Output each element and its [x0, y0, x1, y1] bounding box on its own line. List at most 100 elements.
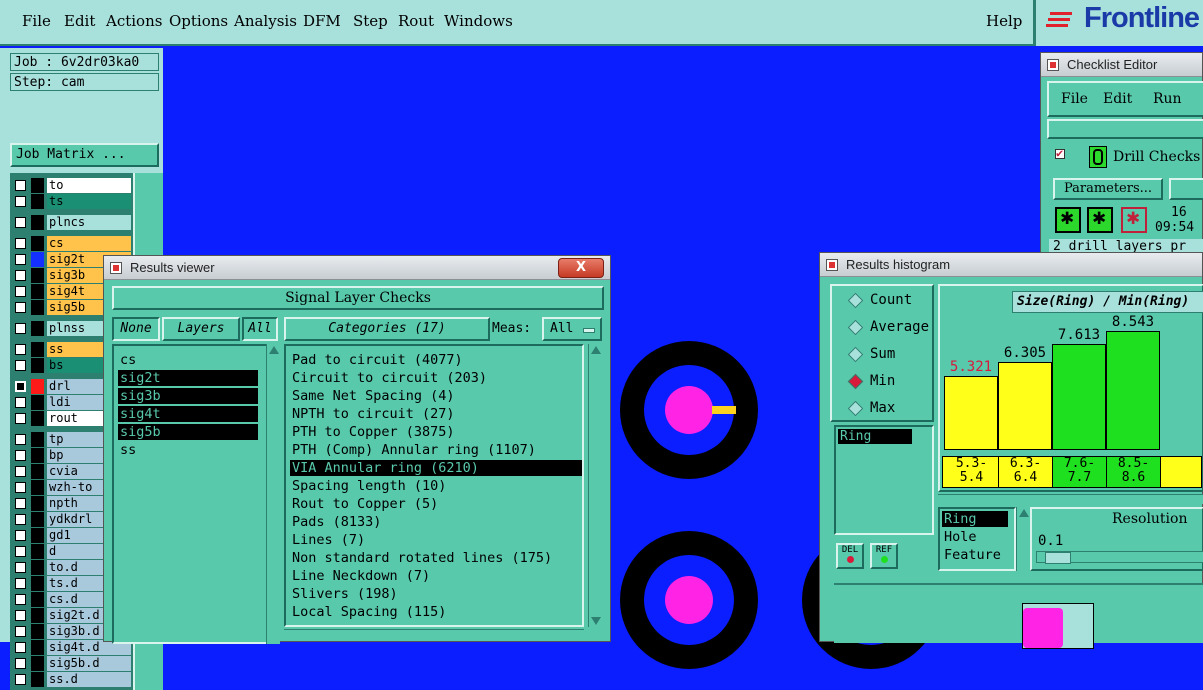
layer-checkbox[interactable] [15, 397, 26, 408]
layer-checkbox[interactable] [15, 658, 26, 669]
layer-color-swatch[interactable] [31, 608, 44, 623]
layer-color-swatch[interactable] [31, 342, 44, 357]
slider-thumb[interactable] [1045, 552, 1071, 564]
mode-radio-max[interactable]: Max [840, 398, 950, 418]
layer-color-swatch[interactable] [31, 268, 44, 283]
histogram-bar[interactable] [944, 375, 998, 450]
layer-color-swatch[interactable] [31, 480, 44, 495]
layer-color-swatch[interactable] [31, 411, 44, 426]
layers-scrollbar[interactable] [266, 344, 280, 644]
category-list-item[interactable]: Circuit to circuit (203) [290, 370, 582, 386]
attribute-list-item[interactable]: Feature [942, 547, 1008, 563]
stop-check-icon[interactable]: ✱ [1121, 207, 1147, 233]
category-list-item[interactable]: Pads (8133) [290, 514, 582, 530]
category-list-item[interactable]: Non standard rotated lines (175) [290, 550, 582, 566]
run-all-icon[interactable]: ✱ [1087, 207, 1113, 233]
scroll-up-icon[interactable] [1019, 509, 1029, 517]
attribute-list-item[interactable]: Hole [942, 529, 1008, 545]
category-list-item[interactable]: Local Spacing (115) [290, 604, 582, 620]
layer-color-swatch[interactable] [31, 496, 44, 511]
category-list-item[interactable]: Rout to Copper (5) [290, 496, 582, 512]
menu-edit[interactable]: Edit [64, 12, 95, 30]
layer-checkbox[interactable] [15, 180, 26, 191]
layer-name[interactable]: cs [47, 236, 131, 251]
layer-color-swatch[interactable] [31, 236, 44, 251]
category-list-item[interactable]: VIA Annular ring (6210) [290, 460, 582, 476]
layer-color-swatch[interactable] [31, 576, 44, 591]
layer-checkbox[interactable] [15, 498, 26, 509]
del-button[interactable]: DEL [836, 543, 864, 569]
layer-color-swatch[interactable] [31, 464, 44, 479]
layer-checkbox[interactable] [15, 466, 26, 477]
attribute-list-item[interactable]: Ring [942, 511, 1008, 527]
histogram-bar[interactable] [1106, 331, 1160, 450]
layer-checkbox[interactable] [15, 217, 26, 228]
layer-checkbox[interactable] [15, 514, 26, 525]
scroll-down-icon[interactable] [591, 617, 601, 625]
layer-row[interactable]: to [12, 178, 131, 193]
layer-list-item[interactable]: sig4t [118, 406, 258, 422]
layer-checkbox[interactable] [15, 286, 26, 297]
category-list-item[interactable]: PTH (Comp) Annular ring (1107) [290, 442, 582, 458]
menu-analysis[interactable]: Analysis [234, 12, 297, 30]
checklist-editor-titlebar[interactable]: Checklist Editor [1041, 53, 1202, 77]
layer-checkbox[interactable] [15, 196, 26, 207]
layer-color-swatch[interactable] [31, 178, 44, 193]
menu-options[interactable]: Options [169, 12, 228, 30]
layer-checkbox[interactable] [15, 610, 26, 621]
layer-checkbox[interactable] [15, 674, 26, 685]
menu-file[interactable]: File [22, 12, 51, 30]
resolution-slider[interactable] [1036, 551, 1203, 564]
category-list-item[interactable]: Lines (7) [290, 532, 582, 548]
layer-color-swatch[interactable] [31, 252, 44, 267]
layer-name[interactable]: plncs [47, 215, 131, 230]
menu-actions[interactable]: Actions [106, 12, 162, 30]
layer-row[interactable]: ss.d [12, 672, 131, 687]
layer-row[interactable]: sig5b.d [12, 656, 131, 671]
layer-color-swatch[interactable] [31, 544, 44, 559]
ref-button[interactable]: REF [870, 543, 898, 569]
layer-list-item[interactable]: sig5b [118, 424, 258, 440]
scroll-up-icon[interactable] [591, 346, 601, 354]
layer-color-swatch[interactable] [31, 284, 44, 299]
layer-list-item[interactable]: cs [118, 352, 258, 368]
category-list-item[interactable]: Same Net Spacing (4) [290, 388, 582, 404]
layer-checkbox[interactable] [15, 413, 26, 424]
layer-name[interactable]: to [47, 178, 131, 193]
layer-color-swatch[interactable] [31, 512, 44, 527]
layer-name[interactable]: ts [47, 194, 131, 209]
layer-color-swatch[interactable] [31, 432, 44, 447]
layer-color-swatch[interactable] [31, 560, 44, 575]
mode-radio-min[interactable]: Min [840, 371, 950, 391]
categories-scrollbar[interactable] [588, 344, 604, 627]
mode-radio-sum[interactable]: Sum [840, 344, 950, 364]
layer-checkbox[interactable] [15, 642, 26, 653]
category-list-item[interactable]: Slivers (198) [290, 586, 582, 602]
layer-checkbox[interactable] [15, 626, 26, 637]
layer-row[interactable]: cs [12, 236, 131, 251]
mode-radio-average[interactable]: Average [840, 317, 950, 337]
category-list-item[interactable]: Line Neckdown (7) [290, 568, 582, 584]
ring-listbox[interactable]: Ring [834, 425, 934, 535]
layer-color-swatch[interactable] [31, 215, 44, 230]
layer-name[interactable]: ss.d [47, 672, 131, 687]
menu-dfm[interactable]: DFM [303, 12, 341, 30]
layers-listbox[interactable]: cs sig2t sig3b sig4t sig5b ss [112, 344, 272, 644]
scroll-up-icon[interactable] [269, 346, 279, 354]
layer-checkbox[interactable] [15, 594, 26, 605]
layer-checkbox[interactable] [15, 434, 26, 445]
histogram-bar[interactable] [1052, 344, 1106, 450]
menu-step[interactable]: Step [353, 12, 388, 30]
layer-checkbox[interactable] [15, 482, 26, 493]
results-histogram-titlebar[interactable]: Results histogram [820, 253, 1202, 277]
layer-color-swatch[interactable] [31, 672, 44, 687]
menu-windows[interactable]: Windows [444, 12, 513, 30]
job-matrix-button[interactable]: Job Matrix ... [10, 143, 159, 167]
layer-checkbox[interactable] [15, 344, 26, 355]
layer-color-swatch[interactable] [31, 194, 44, 209]
layer-color-swatch[interactable] [31, 300, 44, 315]
layer-color-swatch[interactable] [31, 624, 44, 639]
chart-hscrollbar[interactable] [938, 494, 1203, 504]
check-group-header[interactable]: Signal Layer Checks [112, 286, 604, 310]
layer-row[interactable]: ts [12, 194, 131, 209]
